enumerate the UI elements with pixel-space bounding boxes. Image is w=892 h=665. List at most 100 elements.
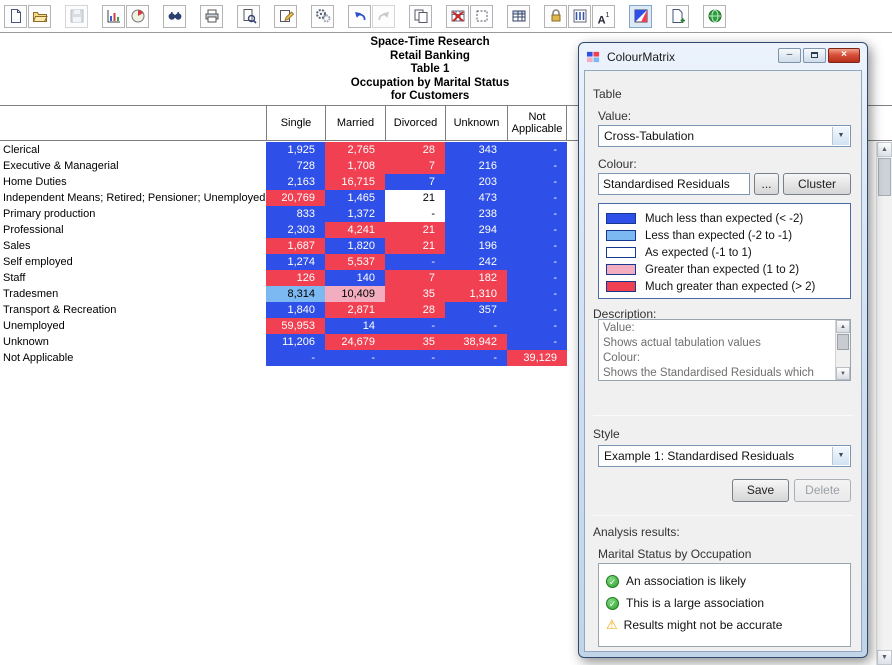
table-grid-button[interactable] [507, 5, 530, 28]
add-page-button[interactable] [666, 5, 689, 28]
scroll-thumb[interactable] [837, 334, 849, 350]
delete-button[interactable]: Delete [794, 479, 851, 502]
row-label[interactable]: Primary production [0, 206, 266, 222]
data-cell[interactable]: 8,314 [266, 286, 325, 302]
edit-page-button[interactable] [274, 5, 297, 28]
new-document-button[interactable] [4, 5, 27, 28]
save-button[interactable] [65, 5, 88, 28]
data-cell[interactable]: 16,715 [325, 174, 385, 190]
undo-button[interactable] [348, 5, 371, 28]
description-scrollbar[interactable]: ▲ ▼ [835, 320, 850, 380]
data-cell[interactable]: 294 [445, 222, 507, 238]
data-cell[interactable]: 126 [266, 270, 325, 286]
row-label[interactable]: Executive & Managerial [0, 158, 266, 174]
copy-button[interactable] [409, 5, 432, 28]
row-label[interactable]: Not Applicable [0, 350, 266, 366]
font-size-button[interactable]: A1 [592, 5, 615, 28]
data-cell[interactable]: - [507, 270, 567, 286]
column-header-not-applicable[interactable]: Not Applicable [507, 106, 567, 140]
data-cell[interactable]: 1,840 [266, 302, 325, 318]
row-label[interactable]: Tradesmen [0, 286, 266, 302]
data-cell[interactable]: - [507, 206, 567, 222]
scroll-down-button[interactable]: ▼ [836, 367, 850, 380]
bar-chart-button[interactable] [102, 5, 125, 28]
row-label[interactable]: Professional [0, 222, 266, 238]
redo-button[interactable] [372, 5, 395, 28]
row-label[interactable]: Home Duties [0, 174, 266, 190]
lock-button[interactable] [544, 5, 567, 28]
data-cell[interactable]: 28 [385, 142, 445, 158]
value-dropdown[interactable]: Cross-Tabulation ▼ [598, 125, 851, 147]
colour-input[interactable] [598, 173, 750, 195]
data-cell[interactable]: - [266, 350, 325, 366]
row-label[interactable]: Clerical [0, 142, 266, 158]
data-cell[interactable]: - [507, 302, 567, 318]
data-cell[interactable]: 242 [445, 254, 507, 270]
data-cell[interactable]: 4,241 [325, 222, 385, 238]
data-cell[interactable]: 728 [266, 158, 325, 174]
scroll-up-button[interactable]: ▲ [877, 142, 892, 157]
row-label[interactable]: Sales [0, 238, 266, 254]
data-cell[interactable]: - [385, 254, 445, 270]
data-cell[interactable]: 216 [445, 158, 507, 174]
data-cell[interactable]: - [385, 206, 445, 222]
data-cell[interactable]: 59,953 [266, 318, 325, 334]
data-cell[interactable]: 21 [385, 190, 445, 206]
data-cell[interactable]: 1,372 [325, 206, 385, 222]
data-cell[interactable]: 196 [445, 238, 507, 254]
row-label[interactable]: Unemployed [0, 318, 266, 334]
print-preview-button[interactable] [237, 5, 260, 28]
data-cell[interactable]: - [445, 350, 507, 366]
row-label[interactable]: Unknown [0, 334, 266, 350]
data-cell[interactable]: 1,310 [445, 286, 507, 302]
data-cell[interactable]: 1,687 [266, 238, 325, 254]
data-cell[interactable]: 473 [445, 190, 507, 206]
data-cell[interactable]: 21 [385, 238, 445, 254]
cluster-button[interactable]: Cluster [783, 173, 851, 195]
dialog-titlebar[interactable]: ColourMatrix – × [579, 43, 867, 70]
delete-table-button[interactable] [446, 5, 469, 28]
data-cell[interactable]: 1,708 [325, 158, 385, 174]
column-header-unknown[interactable]: Unknown [445, 106, 507, 140]
data-cell[interactable]: 357 [445, 302, 507, 318]
data-cell[interactable]: 2,765 [325, 142, 385, 158]
description-box[interactable]: Value:Shows actual tabulation valuesColo… [598, 319, 851, 381]
data-cell[interactable]: 2,303 [266, 222, 325, 238]
globe-button[interactable] [703, 5, 726, 28]
data-cell[interactable]: 39,129 [507, 350, 567, 366]
data-cell[interactable]: - [507, 254, 567, 270]
data-cell[interactable]: 1,274 [266, 254, 325, 270]
column-header-single[interactable]: Single [266, 106, 325, 140]
data-cell[interactable]: 28 [385, 302, 445, 318]
row-label[interactable]: Independent Means; Retired; Pensioner; U… [0, 190, 266, 206]
data-cell[interactable]: - [385, 350, 445, 366]
data-cell[interactable]: 5,537 [325, 254, 385, 270]
print-button[interactable] [200, 5, 223, 28]
data-cell[interactable]: - [385, 318, 445, 334]
open-button[interactable] [28, 5, 51, 28]
data-cell[interactable]: 182 [445, 270, 507, 286]
pie-chart-button[interactable] [126, 5, 149, 28]
data-cell[interactable]: - [507, 238, 567, 254]
maximize-button[interactable] [803, 48, 826, 63]
data-cell[interactable]: 140 [325, 270, 385, 286]
data-cell[interactable]: - [507, 142, 567, 158]
text-columns-button[interactable] [568, 5, 591, 28]
data-cell[interactable]: 21 [385, 222, 445, 238]
data-cell[interactable]: - [507, 190, 567, 206]
data-cell[interactable]: - [507, 318, 567, 334]
settings-gears-button[interactable] [311, 5, 334, 28]
data-cell[interactable]: - [507, 158, 567, 174]
data-cell[interactable]: 35 [385, 334, 445, 350]
table-vertical-scrollbar[interactable]: ▲ ▼ [876, 142, 892, 665]
data-cell[interactable]: - [445, 318, 507, 334]
selection-frame-button[interactable] [470, 5, 493, 28]
save-button[interactable]: Save [732, 479, 789, 502]
scroll-up-button[interactable]: ▲ [836, 320, 850, 333]
data-cell[interactable]: 38,942 [445, 334, 507, 350]
row-label[interactable]: Transport & Recreation [0, 302, 266, 318]
data-cell[interactable]: 35 [385, 286, 445, 302]
data-cell[interactable]: 24,679 [325, 334, 385, 350]
column-header-divorced[interactable]: Divorced [385, 106, 445, 140]
data-cell[interactable]: 2,163 [266, 174, 325, 190]
